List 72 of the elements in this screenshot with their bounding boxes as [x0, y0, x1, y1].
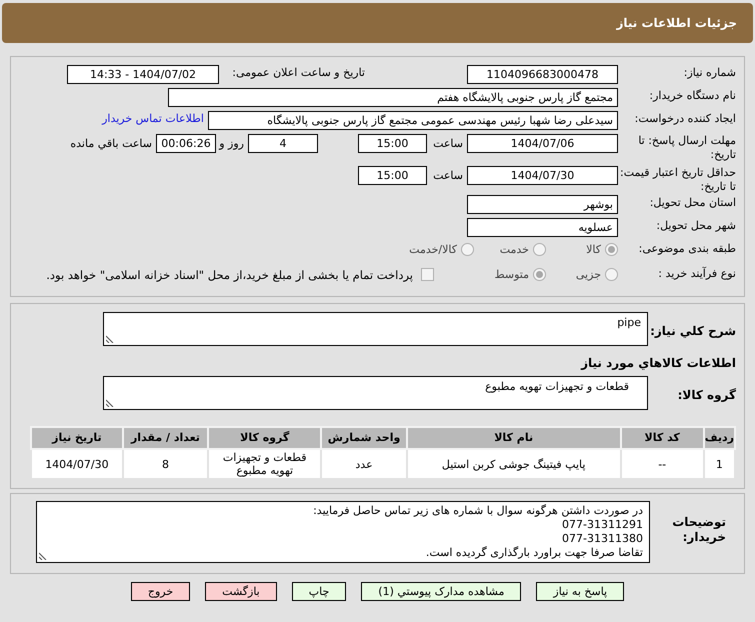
province-field: بوشهر [467, 195, 618, 214]
payment-note: پرداخت تمام یا بخشی از مبلغ خرید،از محل "اسناد خزانه اسلامی" خواهد بود. [46, 267, 413, 284]
radio-button[interactable] [605, 268, 618, 281]
field-label: شهر محل تحویل: [655, 218, 736, 234]
field-label: تاریخ و ساعت اعلان عمومی: [231, 65, 366, 81]
resize-grip-icon[interactable] [106, 335, 114, 343]
action-button[interactable]: خروج [130, 582, 190, 601]
field-text: قطعات و تجهیزات تهویه مطبوع [484, 379, 630, 395]
field-text: pipe [616, 315, 642, 331]
field-label: شرح کلي نياز: [649, 323, 736, 340]
city-field: عسلویه [467, 218, 618, 237]
table-cell: عدد [321, 449, 407, 479]
field-label: مهلت ارسال پاسخ: تا تاریخ: [637, 134, 736, 162]
column-header: ردیف [704, 427, 735, 449]
radio-label: کالا/خدمت [408, 242, 457, 258]
table-cell: 1 [704, 449, 735, 479]
table-cell: 1404/07/30 [31, 449, 123, 479]
field-label: طبقه بندی موضوعی: [638, 241, 736, 257]
field-label: ساعت [432, 168, 464, 184]
radio-label: خدمت [498, 242, 529, 258]
resize-grip-icon[interactable] [106, 399, 114, 407]
column-header: واحد شمارش [321, 427, 407, 449]
section-heading: اطلاعات کالاهاي مورد نياز [580, 355, 736, 372]
column-header: گروه کالا [208, 427, 322, 449]
date-field: 1404/07/30 [467, 166, 618, 185]
buyer-notes-field[interactable]: در صوردت داشتن هرگونه سوال با شماره های زیر تماس حاصل فرمایید: 077-31311291 077-31311380 تقاضا صرفا جهت براورد بارگذاری گردیده است. [36, 501, 650, 563]
column-header: تعداد / مقدار [122, 427, 208, 449]
days-field: 4 [248, 134, 318, 153]
column-header: نام کالا [406, 427, 621, 449]
checkbox[interactable] [421, 268, 434, 281]
announce-date-field: 1404/07/02 - 14:33 [67, 65, 219, 84]
radio-label: کالا [585, 242, 601, 258]
field-label: حداقل تاریخ اعتبار قیمت: تا تاریخ: [619, 166, 736, 194]
field-label: ایجاد کننده درخواست: [634, 111, 736, 127]
resize-grip-icon[interactable] [39, 552, 47, 560]
field-label: توضیحات خریدار: [671, 514, 727, 545]
time-field: 15:00 [358, 166, 427, 185]
field-label: شماره نیاز: [682, 65, 736, 81]
field-text: در صوردت داشتن هرگونه سوال با شماره های زیر تماس حاصل فرمایید: 077-31311291 077-31311380 تقاضا صرفا جهت براورد بارگذاری گردیده است. [312, 503, 644, 560]
action-button[interactable]: پاسخ به نیاز [536, 582, 624, 601]
buyer-org-field: مجتمع گاز پارس جنوبی پالایشگاه هفتم [168, 88, 618, 107]
need-number-field: 1104096683000478 [467, 65, 618, 84]
radio-button[interactable] [461, 243, 474, 256]
radio-label: متوسط [493, 267, 529, 283]
action-button[interactable]: چاپ [292, 582, 346, 601]
radio-label: جزیی [574, 267, 601, 283]
remaining-time-field: 00:06:26 [156, 134, 216, 153]
table-cell: پایپ فیتینگ جوشی کربن استیل [406, 449, 621, 479]
buyer-contact-link[interactable]: اطلاعات تماس خریدار [102, 111, 204, 128]
table-cell: قطعات و تجهیزات تهویه مطبوع [208, 449, 322, 479]
date-field: 1404/07/06 [467, 134, 618, 153]
field-label: ساعت باقي مانده [69, 136, 153, 152]
requester-field: سیدعلی رضا شهبا رئیس مهندسی عمومی مجتمع گاز پارس جنوبی پالایشگاه [208, 111, 618, 130]
field-label: ساعت [432, 136, 464, 152]
column-header: کد کالا [620, 427, 704, 449]
radio-button[interactable] [605, 243, 618, 256]
radio-button[interactable] [533, 243, 546, 256]
column-header: تاریخ نیاز [31, 427, 123, 449]
field-label: استان محل تحویل: [648, 195, 736, 211]
field-label: نام دستگاه خریدار: [648, 88, 736, 104]
radio-button[interactable] [533, 268, 546, 281]
field-label: نوع فرآیند خرید : [657, 266, 736, 282]
action-button[interactable]: مشاهده مدارک پیوستي (1) [361, 582, 522, 601]
field-label: گروه کالا: [676, 387, 736, 404]
field-label: روز و [218, 136, 245, 152]
product-group-field[interactable]: قطعات و تجهیزات تهویه مطبوع [103, 376, 648, 410]
action-button[interactable]: بازگشت [205, 582, 277, 601]
page-title: جزئیات اطلاعات نیاز [616, 15, 737, 32]
table-cell: -- [620, 449, 704, 479]
table-cell: 8 [122, 449, 208, 479]
time-field: 15:00 [358, 134, 427, 153]
description-field[interactable]: pipe [103, 312, 648, 346]
